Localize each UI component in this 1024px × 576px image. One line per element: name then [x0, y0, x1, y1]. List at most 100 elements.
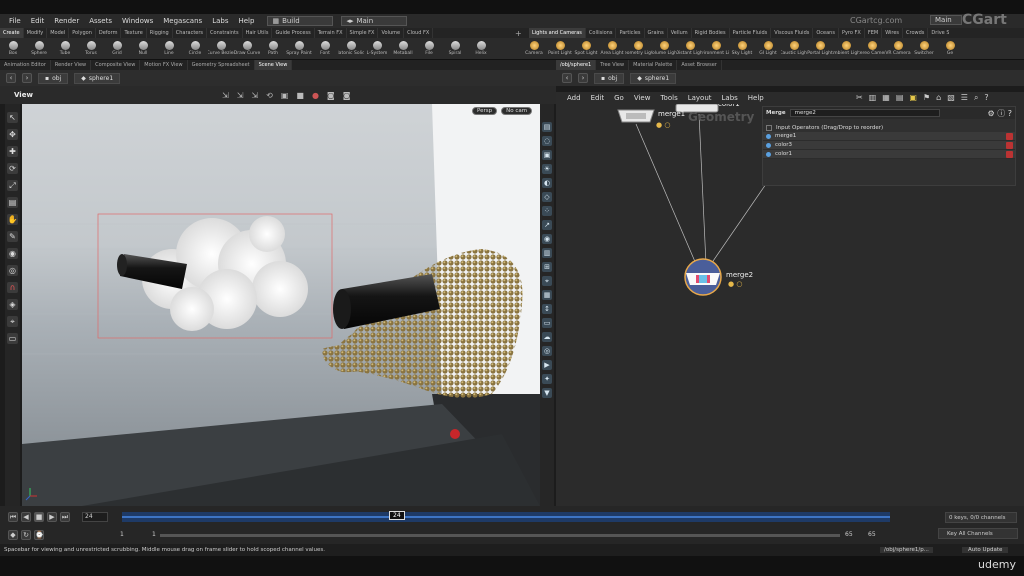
shelf-tab-texture[interactable]: Texture: [121, 28, 147, 38]
snap-tool-icon[interactable]: ◈: [7, 299, 18, 310]
cloud-icon[interactable]: ☁: [542, 332, 552, 342]
shelf-tab-viscous-fluids[interactable]: Viscous Fluids: [771, 28, 814, 38]
remove-icon[interactable]: [1006, 141, 1013, 149]
net-menu-add[interactable]: Add: [562, 94, 586, 102]
lock-camera-icon[interactable]: ▣: [542, 150, 552, 160]
shelf-tab-drive-simulation[interactable]: Drive Simulation: [928, 28, 949, 38]
scene-viewport[interactable]: Persp No cam: [22, 104, 540, 506]
pane-tab-render-view[interactable]: Render View: [51, 60, 92, 70]
snap-grid-icon[interactable]: ⇲: [237, 91, 244, 100]
desktop-main-dropdown[interactable]: ◂▸ Main: [341, 16, 408, 26]
snap-point-icon[interactable]: ⇲: [251, 91, 258, 100]
remove-icon[interactable]: [1006, 132, 1013, 140]
layout-icon[interactable]: ▥: [869, 93, 877, 103]
gear-icon[interactable]: ⚙ ⓘ ?: [987, 108, 1012, 119]
shelf-tab-hair-utils[interactable]: Hair Utils: [243, 28, 273, 38]
auto-update-dropdown[interactable]: Auto Update: [962, 547, 1009, 553]
snap-icon[interactable]: ⌖: [542, 276, 552, 286]
guide-icon[interactable]: ⊞: [542, 262, 552, 272]
tool-torus[interactable]: Torus: [78, 38, 104, 60]
tool-point-light[interactable]: Point Light: [547, 38, 573, 60]
persp-dropdown[interactable]: Persp: [472, 107, 498, 115]
light-icon[interactable]: ◙: [343, 91, 351, 100]
shelf-tab-create[interactable]: Create: [0, 28, 24, 38]
menu-windows[interactable]: Windows: [117, 17, 158, 25]
image-icon[interactable]: ▧: [947, 93, 955, 103]
tools-icon[interactable]: ✂: [856, 93, 863, 103]
forward-icon[interactable]: ›: [578, 73, 588, 83]
shelf-tab-guide-process[interactable]: Guide Process: [272, 28, 315, 38]
node-label-merge1[interactable]: merge1: [658, 110, 685, 118]
shading-icon[interactable]: ◐: [542, 178, 552, 188]
play-icon[interactable]: ▶: [47, 512, 57, 522]
menu-megascans[interactable]: Megascans: [158, 17, 207, 25]
shelf-tab-deform[interactable]: Deform: [96, 28, 122, 38]
net-menu-edit[interactable]: Edit: [586, 94, 610, 102]
shelf-tab-vellum[interactable]: Vellum: [668, 28, 692, 38]
desktop-build-dropdown[interactable]: ▦ Build: [267, 16, 334, 26]
net-menu-view[interactable]: View: [629, 94, 656, 102]
tool-sphere[interactable]: Sphere: [26, 38, 52, 60]
pose-tool-icon[interactable]: ✋: [7, 214, 18, 225]
tool-camera[interactable]: Camera: [521, 38, 547, 60]
net-menu-tools[interactable]: Tools: [655, 94, 682, 102]
shelf-tab-collisions[interactable]: Collisions: [586, 28, 617, 38]
camera-icon[interactable]: ◙: [327, 91, 335, 100]
pane-tab-motion-fx-view[interactable]: Motion FX View: [140, 60, 188, 70]
tool-font[interactable]: Font: [312, 38, 338, 60]
breadcrumb-obj[interactable]: ▪ obj: [38, 72, 69, 84]
breadcrumb-node[interactable]: ◆ sphere1: [74, 72, 121, 84]
tool-line[interactable]: Line: [156, 38, 182, 60]
breadcrumb-node[interactable]: ◆ sphere1: [630, 72, 677, 84]
measure-icon[interactable]: ↕: [542, 304, 552, 314]
menu-help[interactable]: Help: [233, 17, 259, 25]
tool-null[interactable]: Null: [130, 38, 156, 60]
tool-ambient-light[interactable]: Ambient Light: [833, 38, 859, 60]
tool-metaball[interactable]: Metaball: [390, 38, 416, 60]
handle-tool-icon[interactable]: ✥: [7, 129, 18, 140]
shelf-tab-model[interactable]: Model: [47, 28, 70, 38]
input-row[interactable]: merge1: [763, 132, 1015, 141]
pane-tab-tree-view[interactable]: Tree View: [596, 60, 630, 70]
range-end-field[interactable]: 65: [845, 531, 853, 538]
tool-stereo-camera[interactable]: Stereo Camera: [859, 38, 885, 60]
template-icon[interactable]: ▥: [542, 248, 552, 258]
wireframe-icon[interactable]: ◇: [542, 192, 552, 202]
key-icon[interactable]: ◆: [8, 530, 18, 540]
tool-volume-light[interactable]: Volume Light: [651, 38, 677, 60]
view-tool-icon[interactable]: ◉: [7, 248, 18, 259]
flipbook-icon[interactable]: ▭: [7, 333, 18, 344]
pan-icon[interactable]: ▤: [896, 93, 904, 103]
background-icon[interactable]: ▭: [542, 318, 552, 328]
menu-file[interactable]: File: [4, 17, 26, 25]
last-frame-icon[interactable]: ⏭: [60, 512, 70, 522]
range-start-field[interactable]: 1: [152, 531, 156, 538]
tool-grid[interactable]: Grid: [104, 38, 130, 60]
rotate-tool-icon[interactable]: ⟳: [7, 163, 18, 174]
pane-tab-scene-view[interactable]: Scene View: [254, 60, 293, 70]
flipbook-icon[interactable]: ▶: [542, 360, 552, 370]
range-slider[interactable]: [160, 534, 840, 537]
render-icon[interactable]: ◎: [542, 346, 552, 356]
range-end[interactable]: 65: [868, 531, 876, 538]
breadcrumb-obj[interactable]: ▪ obj: [594, 72, 625, 84]
stop-icon[interactable]: ■: [296, 91, 304, 100]
pane-tab-material-palette[interactable]: Material Palette: [629, 60, 678, 70]
loop-icon[interactable]: ↻: [21, 530, 31, 540]
shelf-tab-volume[interactable]: Volume: [378, 28, 405, 38]
menu-assets[interactable]: Assets: [84, 17, 117, 25]
net-menu-layout[interactable]: Layout: [683, 94, 717, 102]
frame-slider[interactable]: 24: [122, 511, 890, 522]
stop-icon[interactable]: ■: [34, 512, 44, 522]
tool-circle[interactable]: Circle: [182, 38, 208, 60]
shelf-tab-rigid-bodies[interactable]: Rigid Bodies: [692, 28, 730, 38]
net-menu-help[interactable]: Help: [743, 94, 769, 102]
lighting-icon[interactable]: ☀: [542, 164, 552, 174]
shelf-tab-oceans[interactable]: Oceans: [813, 28, 839, 38]
shelf-tab-cloud-fx[interactable]: Cloud FX: [404, 28, 434, 38]
shelf-tab-modify[interactable]: Modify: [24, 28, 48, 38]
shelf-tab-lights-and-cameras[interactable]: Lights and Cameras: [529, 28, 586, 38]
menu-render[interactable]: Render: [49, 17, 84, 25]
menu-labs[interactable]: Labs: [207, 17, 233, 25]
tool-portal-light[interactable]: Portal Light: [807, 38, 833, 60]
